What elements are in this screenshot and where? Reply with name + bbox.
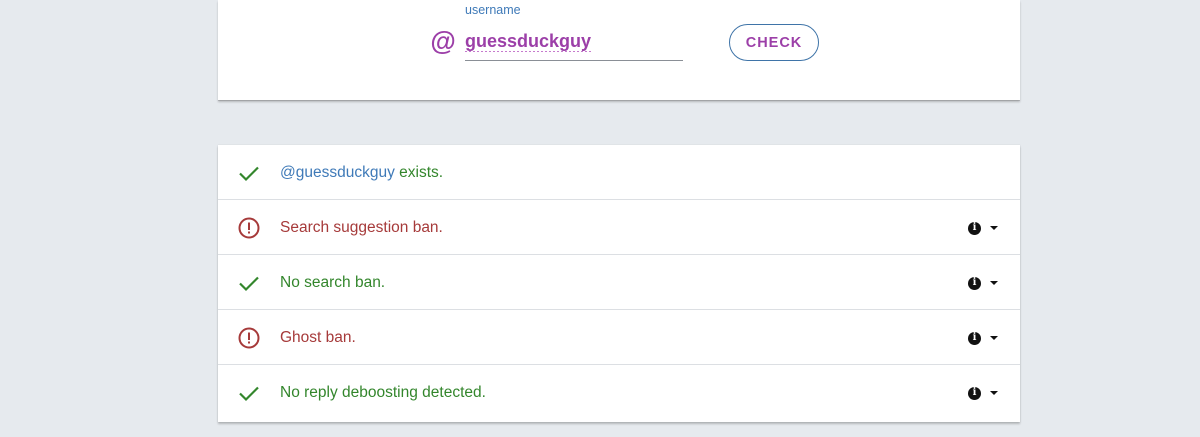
result-label: No search ban.: [280, 274, 386, 291]
alert-circle-icon: [238, 327, 260, 349]
info-icon[interactable]: i: [968, 331, 981, 345]
check-icon: [239, 276, 259, 292]
result-text: @guessduckguy exists.: [280, 145, 443, 200]
result-row: Search suggestion ban. i: [218, 200, 1020, 255]
details-toggle[interactable]: i: [968, 329, 1002, 347]
result-label: Ghost ban.: [280, 329, 356, 346]
result-row: No reply deboosting detected. i: [218, 365, 1020, 422]
result-row: Ghost ban. i: [218, 310, 1020, 365]
caret-down-icon[interactable]: [990, 391, 998, 395]
username-input[interactable]: [465, 26, 683, 56]
at-icon: @: [430, 26, 456, 56]
results-list: @guessduckguy exists. Search suggestion …: [218, 145, 1020, 422]
username-mention[interactable]: @guessduckguy: [280, 164, 395, 181]
result-label: Search suggestion ban.: [280, 219, 443, 236]
caret-down-icon[interactable]: [990, 226, 998, 230]
check-icon: [239, 166, 259, 182]
check-button[interactable]: CHECK: [729, 24, 819, 61]
details-toggle[interactable]: i: [968, 274, 1002, 292]
result-label: exists.: [394, 164, 444, 181]
caret-down-icon[interactable]: [990, 336, 998, 340]
username-label: username: [465, 3, 521, 17]
info-icon[interactable]: i: [968, 221, 981, 235]
info-icon[interactable]: i: [968, 386, 981, 400]
result-row: No search ban. i: [218, 255, 1020, 310]
username-field[interactable]: [465, 26, 683, 61]
details-toggle[interactable]: i: [968, 384, 1002, 402]
alert-circle-icon: [238, 217, 260, 239]
result-label: No reply deboosting detected.: [280, 384, 486, 401]
check-icon: [239, 386, 259, 402]
result-row: @guessduckguy exists.: [218, 145, 1020, 200]
caret-down-icon[interactable]: [990, 281, 998, 285]
info-icon[interactable]: i: [968, 276, 981, 290]
details-toggle[interactable]: i: [968, 219, 1002, 237]
